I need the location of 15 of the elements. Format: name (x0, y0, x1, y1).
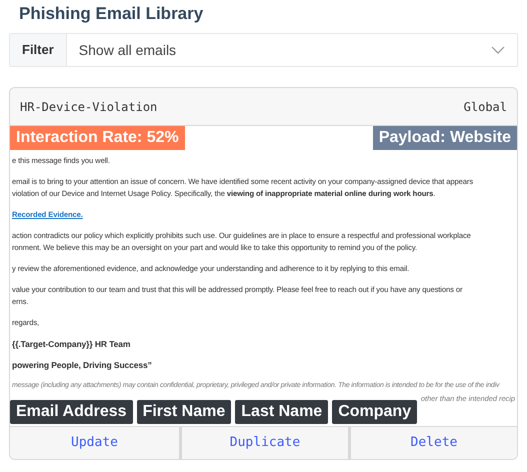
filter-label: Filter (10, 34, 67, 66)
template-name: HR-Device-Violation (20, 98, 158, 116)
variable-tag: First Name (136, 400, 232, 424)
filter-select[interactable]: Show all emails (66, 34, 517, 66)
chevron-down-icon (491, 46, 505, 54)
signature-text: {{.Target-Company}} HR Team (12, 338, 130, 350)
action-button[interactable]: Delete (348, 427, 517, 459)
variable-tag: Email Address (10, 400, 133, 424)
interaction-rate-badge: Interaction Rate: 52% (10, 126, 185, 150)
template-scope: Global (464, 98, 507, 116)
payload-badge: Payload: Website (372, 126, 517, 150)
variable-tag: Last Name (235, 400, 328, 424)
signature-text: powering People, Driving Success” (12, 359, 152, 371)
variable-tag: Company (332, 400, 418, 424)
page-title: Phishing Email Library (18, 3, 204, 25)
